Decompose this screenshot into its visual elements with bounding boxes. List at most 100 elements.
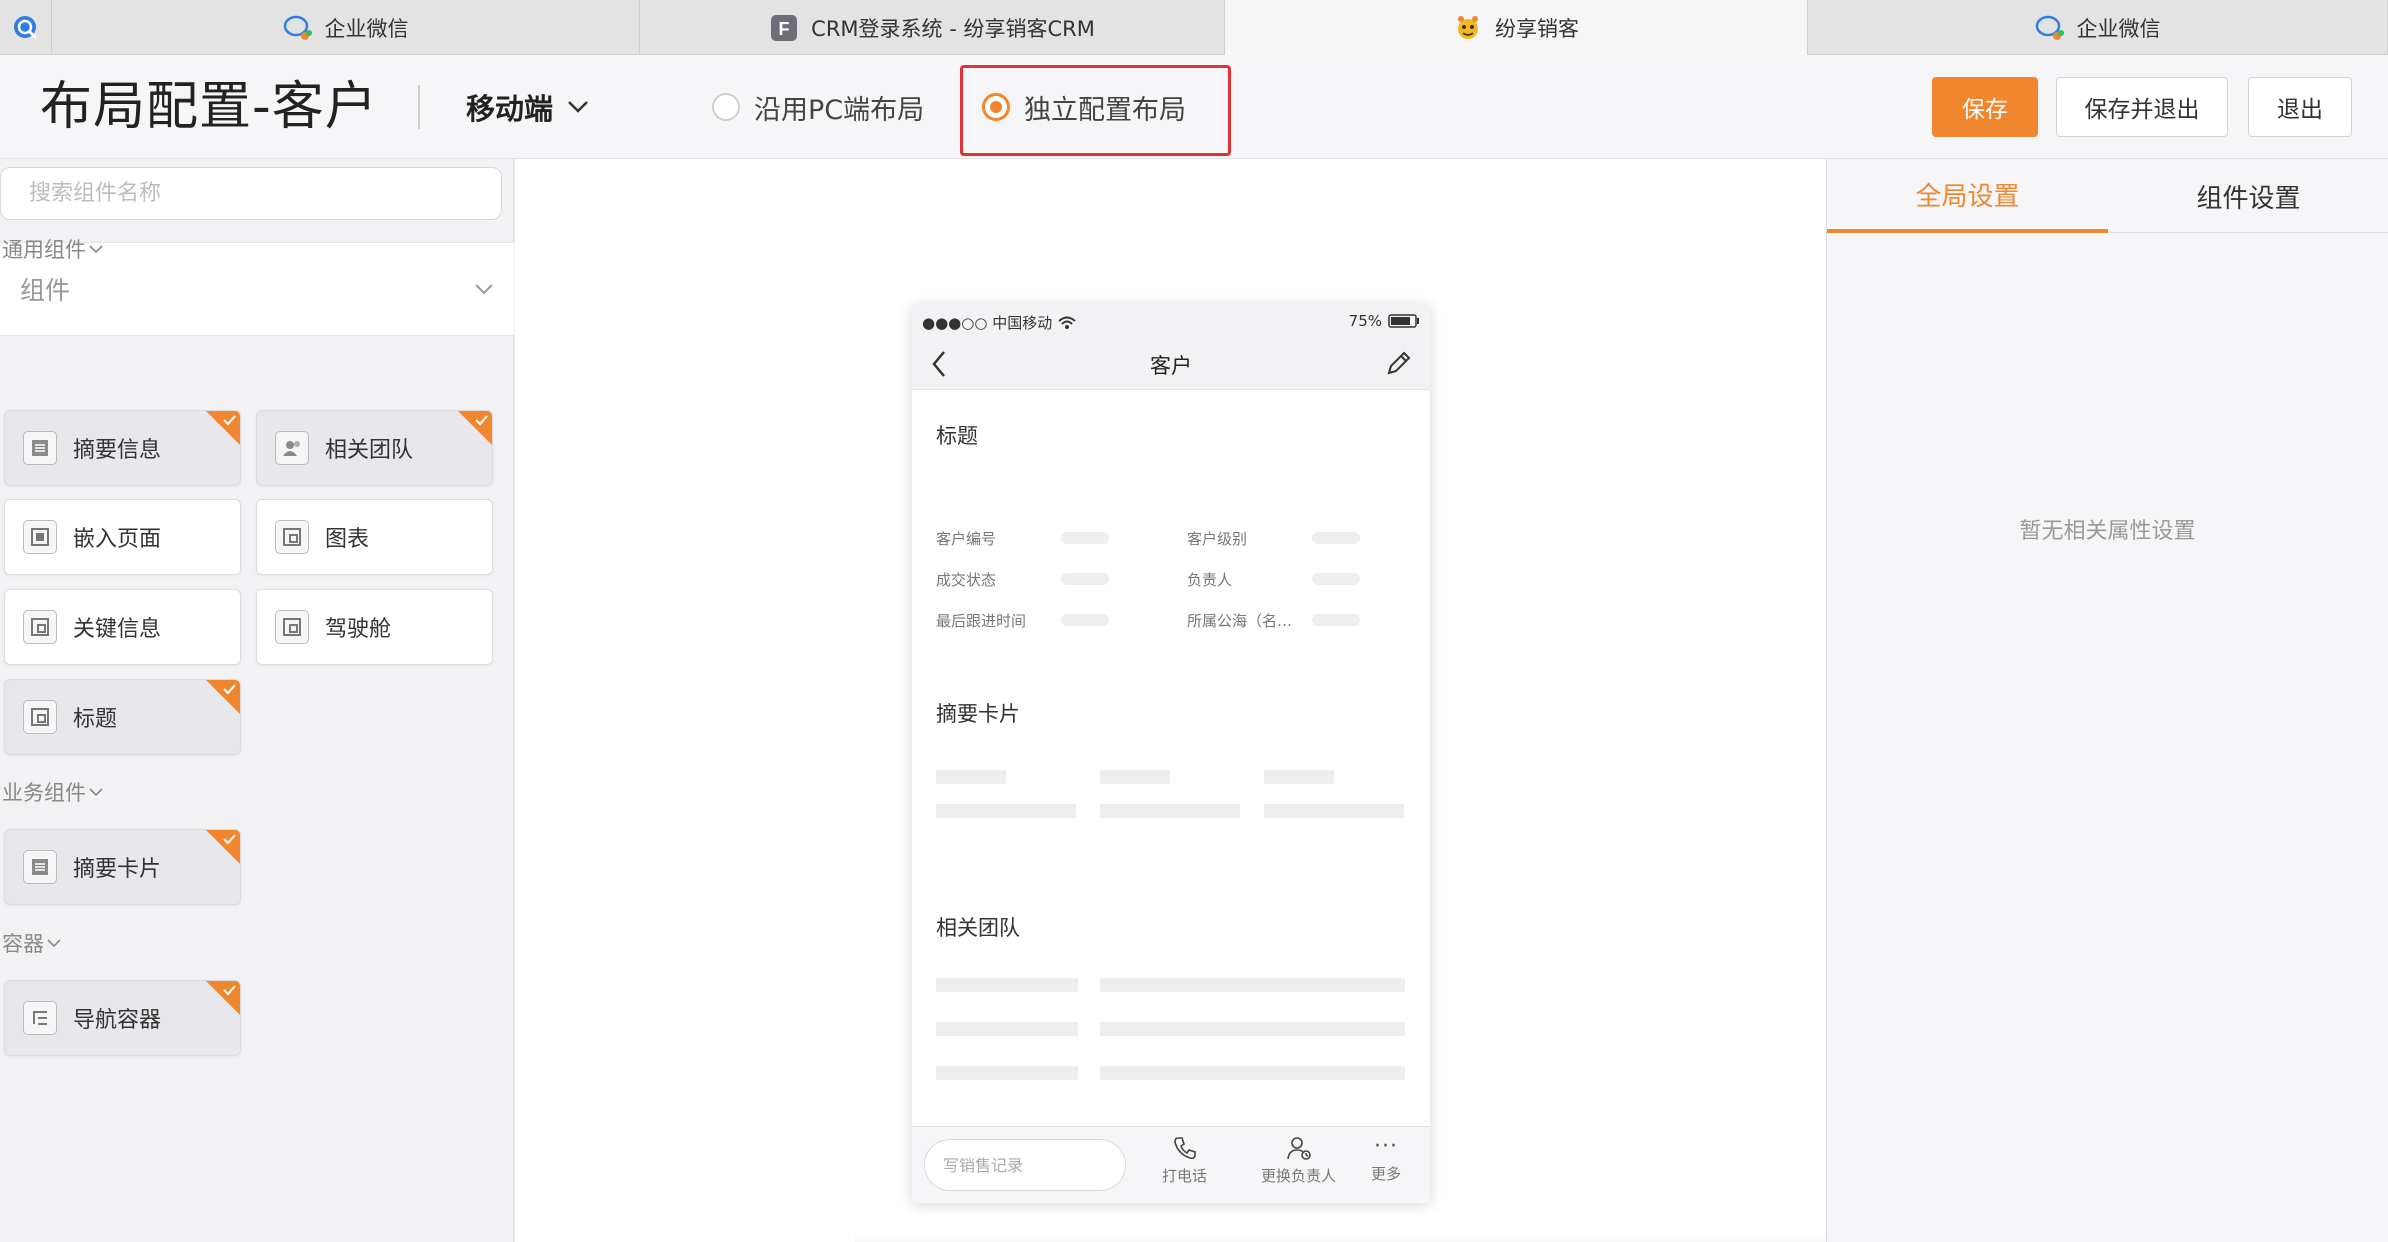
embed-icon [23,520,57,554]
component-chart[interactable]: 图表 [256,499,493,575]
field-value-placeholder [1312,532,1360,544]
section-containers[interactable]: 容器 [2,928,62,958]
phone-status-bar: ●●●○○ 中国移动 75% [912,304,1430,338]
section-label: 通用组件 [2,238,86,262]
radio-follow-pc-layout[interactable]: 沿用PC端布局 [712,85,924,129]
phone-bottom-bar: 打电话 更换负责人 ··· 更多 [912,1126,1430,1203]
sales-record-input[interactable] [924,1139,1126,1191]
page-header: 布局配置-客户 移动端 沿用PC端布局 独立配置布局 保存 保存并退出 退出 [0,55,2388,159]
component-summary-card[interactable]: 摘要卡片 [4,829,241,905]
nav-container-icon [23,1001,57,1035]
wechat-work-icon [2035,13,2065,43]
change-owner-label: 更换负责人 [1261,1167,1337,1185]
exit-button[interactable]: 退出 [2248,77,2352,137]
empty-settings-message: 暂无相关属性设置 [2019,519,2196,544]
component-embed-page[interactable]: 嵌入页面 [4,499,241,575]
chevron-down-icon [89,245,103,254]
component-label: 相关团队 [325,438,414,463]
change-owner-button[interactable]: 更换负责人 [1261,1135,1336,1186]
component-summary-info[interactable]: 摘要信息 [4,410,241,486]
component-label: 摘要信息 [73,438,162,463]
header-divider [418,85,420,129]
chevron-down-icon [47,939,61,948]
change-owner-icon [1286,1137,1311,1160]
device-type-dropdown[interactable]: 移动端 [466,85,589,129]
check-icon [223,415,236,426]
check-icon [223,834,236,845]
f-letter-icon: F [769,13,799,43]
page-title: 布局配置-客户 [40,77,378,137]
chevron-down-icon [568,101,588,113]
call-label: 打电话 [1162,1167,1208,1185]
call-button[interactable]: 打电话 [1162,1135,1207,1186]
field-value-placeholder [1061,614,1109,626]
component-related-team[interactable]: 相关团队 [256,410,493,486]
component-icon [275,610,309,644]
browser-tab-wechat-work-2[interactable]: 企业微信 [1808,0,2388,55]
phone-preview[interactable]: ●●●○○ 中国移动 75% 客户 标题 客户编号 客户级别 成交状态 负责人 … [912,304,1430,1203]
component-label: 摘要卡片 [73,857,162,882]
radio-button-checked[interactable] [982,93,1010,121]
tab-search-button[interactable] [0,0,52,55]
radio-independent-layout[interactable]: 独立配置布局 [982,85,1186,129]
list-icon [23,850,57,884]
field-label: 成交状态 [936,571,997,589]
section-business-components[interactable]: 业务组件 [2,777,104,807]
field-label: 负责人 [1187,571,1233,589]
browser-tab-fxiaoke[interactable]: 纷享销客 [1225,0,1808,55]
component-title[interactable]: 标题 [4,679,241,755]
field-value-placeholder [1312,614,1360,626]
wifi-icon [1058,316,1076,329]
battery-percent: 75% [1348,312,1382,330]
skeleton-bar [1264,770,1334,784]
field-label: 客户级别 [1187,530,1248,548]
component-search-input[interactable] [0,167,502,220]
skeleton-bar [1264,804,1404,818]
skeleton-bar [936,804,1076,818]
phone-section-related-team: 相关团队 [936,916,1020,940]
component-icon [23,700,57,734]
wechat-work-icon [283,13,313,43]
component-label: 图表 [325,527,370,552]
carrier-label: ●●●○○ 中国移动 [922,314,1053,332]
browser-tab-wechat-work-1[interactable]: 企业微信 [52,0,640,55]
save-button[interactable]: 保存 [1932,77,2038,137]
tab-global-settings[interactable]: 全局设置 [1827,159,2108,233]
carrier-info: ●●●○○ 中国移动 [922,312,1076,333]
check-icon [223,684,236,695]
more-button[interactable]: ··· 更多 [1371,1135,1401,1184]
battery-icon [1388,314,1419,328]
skeleton-bar [936,978,1078,992]
battery-info: 75% [1349,312,1420,330]
component-key-info[interactable]: 关键信息 [4,589,241,665]
field-label: 所属公海（名… [1187,612,1293,630]
component-nav-container[interactable]: 导航容器 [4,980,241,1056]
browser-tab-label: 企业微信 [324,16,409,41]
skeleton-bar [1100,1022,1405,1036]
team-icon [275,431,309,465]
component-icon [275,520,309,554]
phone-icon [1173,1137,1196,1160]
skeleton-bar [1100,978,1405,992]
pencil-icon[interactable] [1384,348,1414,378]
list-icon [23,431,57,465]
browser-tab-label: CRM登录系统 - 纷享销客CRM [811,16,1095,41]
browser-tab-label: 纷享销客 [1495,16,1579,41]
save-and-exit-button[interactable]: 保存并退出 [2056,77,2228,137]
skeleton-bar [936,1022,1078,1036]
browser-tab-bar: 企业微信 F CRM登录系统 - 纷享销客CRM 纷享销客 企业微信 [0,0,2388,55]
tab-component-settings[interactable]: 组件设置 [2108,159,2388,233]
phone-nav-bar: 客户 [912,338,1430,390]
component-icon [23,610,57,644]
phone-section-title: 标题 [936,424,978,448]
browser-tab-crm-login[interactable]: F CRM登录系统 - 纷享销客CRM [640,0,1225,55]
radio-label: 沿用PC端布局 [754,94,925,126]
field-value-placeholder [1061,573,1109,585]
radio-button[interactable] [712,93,740,121]
component-dropdown-label: 组件 [20,276,71,305]
fxiaoke-bee-icon [1453,13,1483,43]
skeleton-bar [1100,804,1240,818]
component-label: 标题 [73,707,118,732]
section-general-components[interactable]: 通用组件 [2,234,104,264]
component-cockpit[interactable]: 驾驶舱 [256,589,493,665]
